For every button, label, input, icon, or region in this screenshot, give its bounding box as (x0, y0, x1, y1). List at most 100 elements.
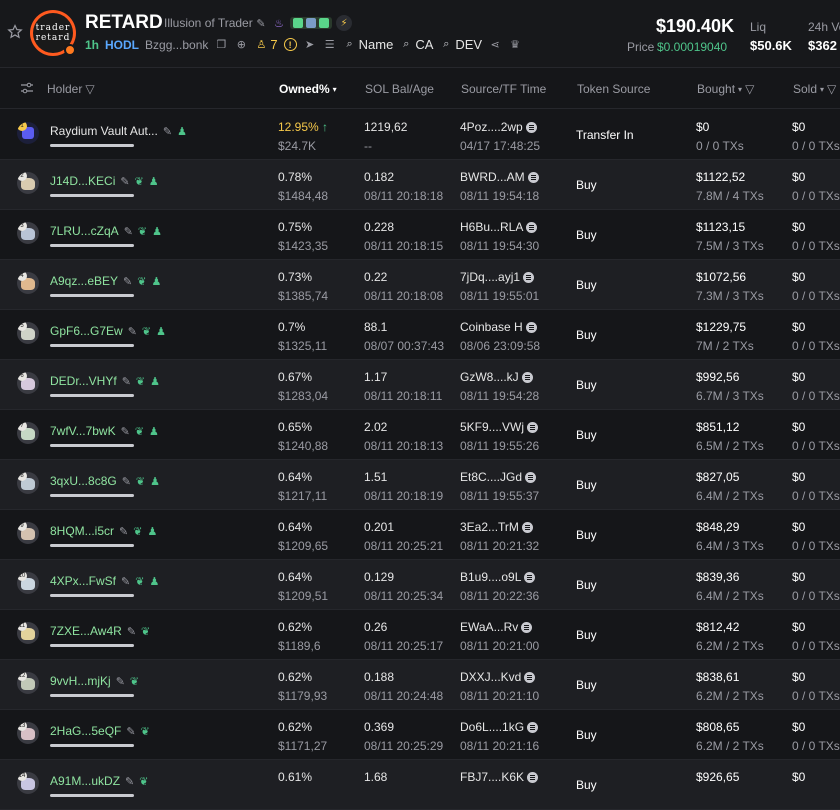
table-row[interactable]: 6 DEDr...VHYf ✎ ❦ ♟ 0.67% $1283,04 1.17 08/11 20… (0, 360, 840, 410)
table-row[interactable]: 11 7ZXE...Aw4R ✎ ❦ 0.62% $1189,6 0.26 08/11 20:… (0, 610, 840, 660)
source-cell[interactable]: Et8C....JGd (460, 470, 537, 484)
source-menu-icon[interactable] (521, 371, 533, 383)
edit-icon[interactable]: ✎ (120, 175, 129, 188)
holder-name-cell[interactable]: 7wfV...7bwK ✎ ❦ ♟ (50, 424, 159, 438)
holder-name-cell[interactable]: DEDr...VHYf ✎ ❦ ♟ (50, 374, 160, 388)
edit-icon[interactable]: ✎ (122, 375, 131, 388)
search-name-button[interactable]: ⌕ Name (343, 37, 394, 52)
edit-icon[interactable]: ✎ (254, 16, 268, 30)
source-cell[interactable]: EWaA...Rv (460, 620, 533, 634)
table-row[interactable]: 8 3qxU...8c8G ✎ ❦ ♟ 0.64% $1217,11 1.51 08/11 20… (0, 460, 840, 510)
holder-name-cell[interactable]: A9qz...eBEY ✎ ❦ ♟ (50, 274, 161, 288)
bolt-icon[interactable]: ⚡ (336, 15, 352, 31)
table-row[interactable]: 12 9vvH...mjKj ✎ ❦ 0.62% $1179,93 0.188 08/11 2… (0, 660, 840, 710)
warning-icon[interactable]: ! (283, 38, 297, 51)
source-menu-icon[interactable] (527, 771, 539, 783)
source-cell[interactable]: 3Ea2...TrM (460, 520, 533, 534)
column-owned[interactable]: Owned% ▾ (279, 82, 337, 96)
filter-icon[interactable]: ▽ (85, 82, 94, 96)
edit-icon[interactable]: ✎ (124, 225, 133, 238)
source-cell[interactable]: 4Poz....2wp (460, 120, 537, 134)
source-menu-icon[interactable] (524, 571, 536, 583)
source-address[interactable]: 5KF9....VWj (460, 420, 524, 434)
edit-icon[interactable]: ✎ (116, 675, 125, 688)
holder-name-cell[interactable]: 3qxU...8c8G ✎ ❦ ♟ (50, 474, 160, 488)
source-menu-icon[interactable] (525, 321, 537, 333)
source-address[interactable]: B1u9....o9L (460, 570, 521, 584)
source-address[interactable]: DXXJ...Kvd (460, 670, 521, 684)
source-address[interactable]: Do6L....1kG (460, 720, 524, 734)
source-menu-icon[interactable] (527, 721, 539, 733)
holder-name-cell[interactable]: 9vvH...mjKj ✎ ❦ (50, 674, 139, 688)
holder-name-cell[interactable]: 4XPx...FwSf ✎ ❦ ♟ (50, 574, 159, 588)
source-menu-icon[interactable] (521, 621, 533, 633)
filter-icon[interactable]: ▽ (827, 82, 836, 96)
holder-name[interactable]: GpF6...G7Ew (50, 324, 123, 338)
holder-name-cell[interactable]: 7ZXE...Aw4R ✎ ❦ (50, 624, 150, 638)
source-menu-icon[interactable] (521, 521, 533, 533)
table-row[interactable]: 4 A9qz...eBEY ✎ ❦ ♟ 0.73% $1385,74 0.22 08/11 20… (0, 260, 840, 310)
holder-name[interactable]: Raydium Vault Aut... (50, 124, 158, 138)
globe-icon[interactable]: ⊕ (234, 38, 248, 52)
source-address[interactable]: FBJ7....K6K (460, 770, 524, 784)
menu-icon[interactable]: ☰ (323, 38, 337, 52)
column-source[interactable]: Source/TF Time (461, 82, 546, 96)
holder-name[interactable]: 7LRU...cZqA (50, 224, 119, 238)
share-icon[interactable]: ⋖ (488, 38, 502, 52)
source-cell[interactable]: Coinbase H (460, 320, 537, 334)
twitter-badge-icon[interactable] (306, 18, 316, 28)
edit-icon[interactable]: ✎ (121, 425, 130, 438)
table-row[interactable]: 3 7LRU...cZqA ✎ ❦ ♟ 0.75% $1423,35 0.228 08/11 2… (0, 210, 840, 260)
source-address[interactable]: Et8C....JGd (460, 470, 522, 484)
edit-icon[interactable]: ✎ (125, 775, 134, 788)
source-address[interactable]: Coinbase H (460, 320, 523, 334)
telegram-badge-icon[interactable] (319, 18, 329, 28)
source-menu-icon[interactable] (525, 471, 537, 483)
source-address[interactable]: BWRD...AM (460, 170, 525, 184)
source-address[interactable]: 3Ea2...TrM (460, 520, 519, 534)
edit-icon[interactable]: ✎ (127, 625, 136, 638)
holder-name-cell[interactable]: 7LRU...cZqA ✎ ❦ ♟ (50, 224, 162, 238)
source-cell[interactable]: FBJ7....K6K (460, 770, 539, 784)
holder-name-cell[interactable]: 2HaG...5eQF ✎ ❦ (50, 724, 150, 738)
source-menu-icon[interactable] (524, 671, 536, 683)
edit-icon[interactable]: ✎ (123, 275, 132, 288)
holder-name[interactable]: DEDr...VHYf (50, 374, 117, 388)
crown-icon[interactable]: ♛ (508, 38, 522, 52)
source-address[interactable]: 4Poz....2wp (460, 120, 523, 134)
holder-name-cell[interactable]: Raydium Vault Aut... ✎ ♟ (50, 124, 187, 138)
source-menu-icon[interactable] (526, 221, 538, 233)
source-menu-icon[interactable] (525, 121, 537, 133)
filter-icon[interactable]: ▽ (745, 82, 754, 96)
edit-icon[interactable]: ✎ (126, 725, 135, 738)
holder-name-cell[interactable]: 8HQM...i5cr ✎ ❦ ♟ (50, 524, 157, 538)
column-bought[interactable]: Bought ▾ ▽ (697, 82, 754, 96)
holder-name-cell[interactable]: J14D...KECi ✎ ❦ ♟ (50, 174, 159, 188)
holder-name[interactable]: 4XPx...FwSf (50, 574, 116, 588)
table-row[interactable]: 10 4XPx...FwSf ✎ ❦ ♟ 0.64% $1209,51 0.129 08/11 … (0, 560, 840, 610)
edit-icon[interactable]: ✎ (163, 125, 172, 138)
edit-icon[interactable]: ✎ (128, 325, 137, 338)
column-settings-icon[interactable] (20, 82, 34, 94)
table-row[interactable]: 13 2HaG...5eQF ✎ ❦ 0.62% $1171,27 0.369 08/11 2… (0, 710, 840, 760)
holder-name-cell[interactable]: GpF6...G7Ew ✎ ❦ ♟ (50, 324, 166, 338)
search-ca-button[interactable]: ⌕ CA (399, 37, 433, 52)
source-address[interactable]: EWaA...Rv (460, 620, 518, 634)
source-menu-icon[interactable] (527, 421, 539, 433)
holder-name[interactable]: 9vvH...mjKj (50, 674, 111, 688)
source-cell[interactable]: 7jDq....ayj1 (460, 270, 535, 284)
edit-icon[interactable]: ✎ (122, 475, 131, 488)
source-address[interactable]: 7jDq....ayj1 (460, 270, 520, 284)
website-badge-icon[interactable] (293, 18, 303, 28)
table-row[interactable]: 9 8HQM...i5cr ✎ ❦ ♟ 0.64% $1209,65 0.201 08/11 2… (0, 510, 840, 560)
favorite-star-icon[interactable] (7, 24, 23, 40)
holder-name[interactable]: J14D...KECi (50, 174, 115, 188)
table-row[interactable]: 7 7wfV...7bwK ✎ ❦ ♟ 0.65% $1240,88 2.02 08/11 20… (0, 410, 840, 460)
token-address[interactable]: Bzgg...bonk (145, 38, 208, 52)
column-sol-balance[interactable]: SOL Bal/Age (365, 82, 434, 96)
edit-icon[interactable]: ✎ (119, 525, 128, 538)
search-dev-button[interactable]: ⌕ DEV (439, 37, 482, 52)
holder-name[interactable]: A91M...ukDZ (50, 774, 120, 788)
holder-name[interactable]: 2HaG...5eQF (50, 724, 121, 738)
table-row[interactable]: 14 A91M...ukDZ ✎ ❦ 0.61% 1.68 FBJ7....K6K Buy $9… (0, 760, 840, 810)
